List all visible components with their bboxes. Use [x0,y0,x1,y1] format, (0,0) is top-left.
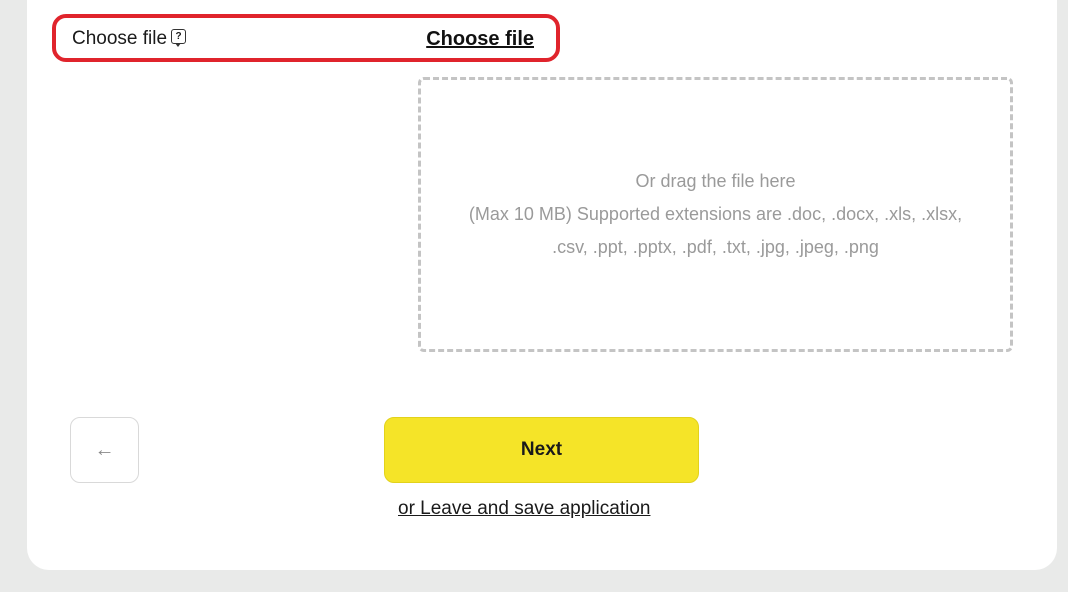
dropzone-extensions: (Max 10 MB) Supported extensions are .do… [468,204,963,257]
file-label-group: Choose file ? [72,28,187,50]
next-button[interactable]: Next [384,417,699,483]
file-label: Choose file [72,28,168,49]
back-button[interactable]: ← [70,417,139,483]
file-upload-row: Choose file ? Choose file [52,14,560,62]
choose-file-link[interactable]: Choose file [426,28,534,51]
question-icon[interactable]: ? [171,28,187,47]
file-dropzone[interactable]: Or drag the file here (Max 10 MB) Suppor… [418,77,1013,352]
leave-and-save-link[interactable]: or Leave and save application [398,498,650,520]
next-button-label: Next [520,439,563,460]
arrow-left-icon: ← [94,438,115,461]
dropzone-hint: Or drag the file here [635,171,796,191]
